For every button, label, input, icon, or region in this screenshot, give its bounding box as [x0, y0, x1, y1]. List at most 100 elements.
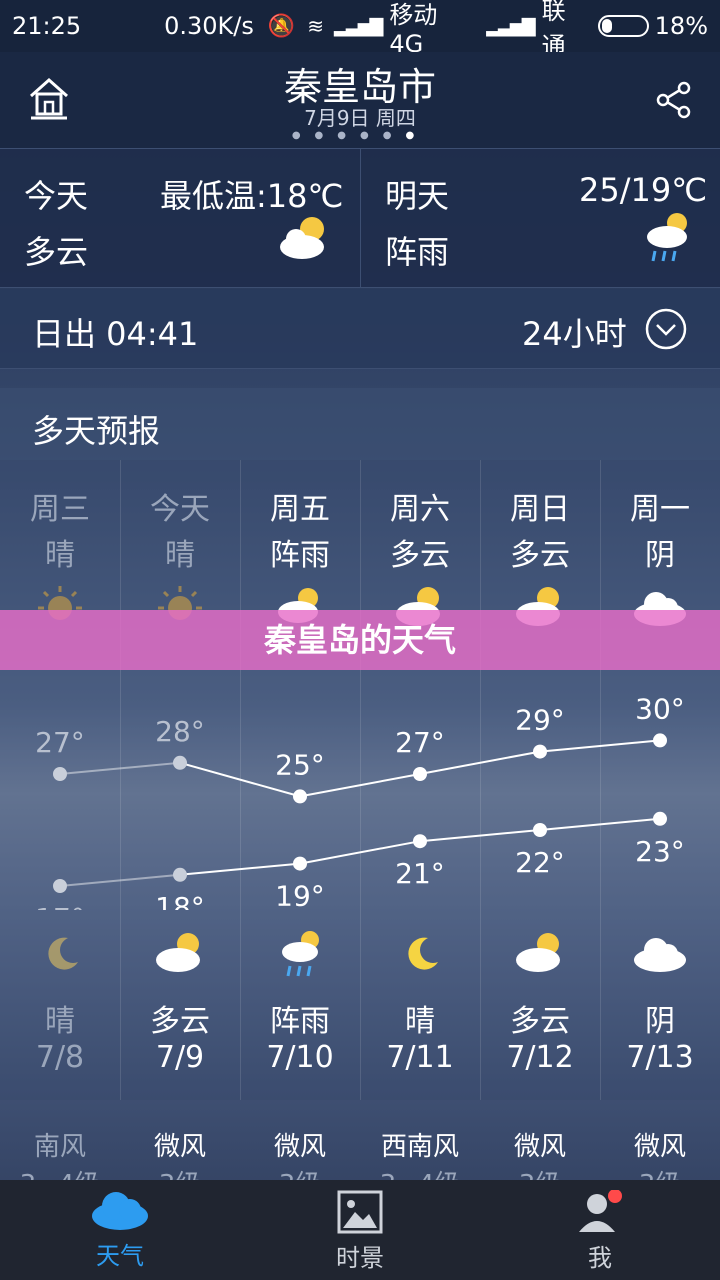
wind-direction: 南风	[33, 1132, 86, 1162]
high-temp-point	[413, 767, 427, 781]
day-condition: 多云	[510, 538, 570, 573]
status-bar: 21:25 0.30K/s 🔕 ≋ ▂▃▅▇ 移动 4G ▂▃▅▇ 联通 18%	[0, 0, 720, 60]
cloudy-icon	[634, 938, 686, 972]
chevron-down-icon[interactable]	[644, 307, 688, 351]
low-temp-label: 18°	[155, 891, 205, 910]
status-time: 21:25	[12, 12, 82, 40]
mute-icon: 🔕	[267, 13, 296, 39]
wind-direction: 西南风	[380, 1132, 459, 1162]
wifi-icon: ≋	[307, 14, 325, 38]
tab-weather[interactable]: 天气	[0, 1186, 240, 1271]
tab-label: 我	[588, 1244, 612, 1272]
wind-direction: 微风	[633, 1132, 686, 1162]
tab-me[interactable]: 我	[480, 1189, 720, 1273]
photo-icon	[337, 1190, 383, 1234]
tab-label: 天气	[96, 1242, 144, 1270]
low-temp-segment	[59, 873, 181, 887]
tomorrow-label: 明天	[385, 177, 450, 215]
forecast-date: 7/8	[35, 1040, 85, 1075]
high-temp-segment	[59, 761, 181, 775]
signal-icon: ▂▃▅▇	[334, 15, 383, 37]
day-condition: 晴	[165, 538, 195, 573]
forecast-date: 7/13	[626, 1040, 694, 1075]
day-name: 周一	[630, 492, 690, 527]
high-temp-label: 29°	[515, 704, 565, 737]
low-temp-point	[53, 879, 67, 893]
day-name: 周六	[390, 492, 450, 527]
day-condition: 晴	[45, 538, 75, 573]
cloud-icon	[92, 1192, 148, 1230]
day-name: 周五	[270, 492, 330, 527]
user-icon	[579, 1189, 622, 1232]
forecast-date: 7/12	[506, 1040, 574, 1075]
temperature-chart: 27° 17° 28° 18° 25° 19° 27° 21° 29° 22° 30° 23°	[35, 692, 685, 910]
high-temp-label: 27°	[395, 726, 445, 759]
signal-icon-2: ▂▃▅▇	[486, 15, 535, 37]
partly-cloudy-icon	[516, 933, 560, 972]
share-button[interactable]	[654, 80, 694, 120]
high-temp-label: 27°	[35, 726, 85, 759]
low-temp-label: 21°	[395, 857, 445, 890]
battery-icon	[598, 15, 649, 37]
tab-label: 时景	[336, 1244, 384, 1272]
shower-icon	[282, 931, 319, 977]
status-battery: 18%	[654, 12, 708, 40]
high-temp-point	[653, 733, 667, 748]
day-name: 今天	[150, 492, 210, 527]
high-temp-label: 30°	[635, 692, 685, 725]
night-condition: 阵雨	[270, 1004, 330, 1039]
low-temp-label: 22°	[515, 846, 565, 879]
wind-direction: 微风	[513, 1132, 566, 1162]
tomorrow-condition: 阵雨	[385, 233, 450, 271]
low-temp-segment	[539, 817, 661, 831]
low-temp-label: 23°	[635, 835, 685, 868]
night-condition: 多云	[510, 1004, 570, 1039]
high-temp-point	[173, 755, 187, 770]
date-label: 7月9日 周四	[304, 106, 416, 130]
moon-icon	[48, 937, 78, 970]
night-condition: 晴	[45, 1004, 75, 1039]
today-condition: 多云	[24, 233, 89, 271]
share-icon	[656, 81, 691, 119]
status-carrier1: 移动 4G	[389, 0, 438, 58]
day-condition: 阴	[645, 538, 675, 573]
high-temp-point	[53, 767, 67, 781]
low-temp-point	[413, 834, 427, 849]
day-name: 周三	[30, 492, 90, 527]
day-condition: 阵雨	[270, 538, 330, 573]
low-temp-point	[173, 867, 187, 882]
forecast-date: 7/10	[266, 1040, 334, 1075]
low-temp-segment	[179, 862, 301, 876]
tomorrow-card[interactable]: 明天 25/19℃ 阵雨	[361, 148, 720, 288]
night-condition: 晴	[405, 1004, 435, 1039]
wind-direction: 微风	[273, 1132, 326, 1162]
forecast-title: 多天预报	[0, 388, 720, 460]
night-condition: 阴	[645, 1004, 675, 1039]
sunrise-row: 日出 04:41 24小时	[0, 289, 720, 369]
low-temp-point	[533, 823, 547, 837]
partly-cloudy-icon	[280, 217, 324, 259]
low-temp-point	[293, 856, 307, 871]
shower-icon	[647, 213, 687, 262]
sunrise-label: 日出 04:41	[32, 315, 199, 353]
moon-icon	[408, 937, 438, 970]
day-name: 周日	[510, 492, 570, 527]
high-temp-label: 25°	[275, 748, 325, 781]
night-condition: 多云	[150, 1004, 210, 1039]
low-temp-label: 17°	[35, 902, 85, 910]
low-temp-point	[653, 811, 667, 826]
page-indicator: ●●●●●●	[291, 130, 429, 141]
hourly-toggle-label[interactable]: 24小时	[522, 309, 627, 355]
high-temp-label: 28°	[155, 715, 205, 748]
high-temp-point	[293, 789, 307, 804]
day-condition: 多云	[390, 538, 450, 573]
wind-direction: 微风	[153, 1132, 206, 1162]
tomorrow-range: 25/19℃	[579, 171, 708, 209]
low-temp-label: 19°	[275, 880, 325, 910]
high-temp-point	[533, 744, 547, 759]
status-speed: 0.30K/s	[164, 12, 254, 40]
tab-scenery[interactable]: 时景	[240, 1190, 480, 1273]
today-card[interactable]: 今天 最低温:18℃ 多云	[0, 148, 360, 288]
partly-cloudy-icon	[156, 933, 200, 972]
forecast-date: 7/9	[155, 1040, 205, 1075]
